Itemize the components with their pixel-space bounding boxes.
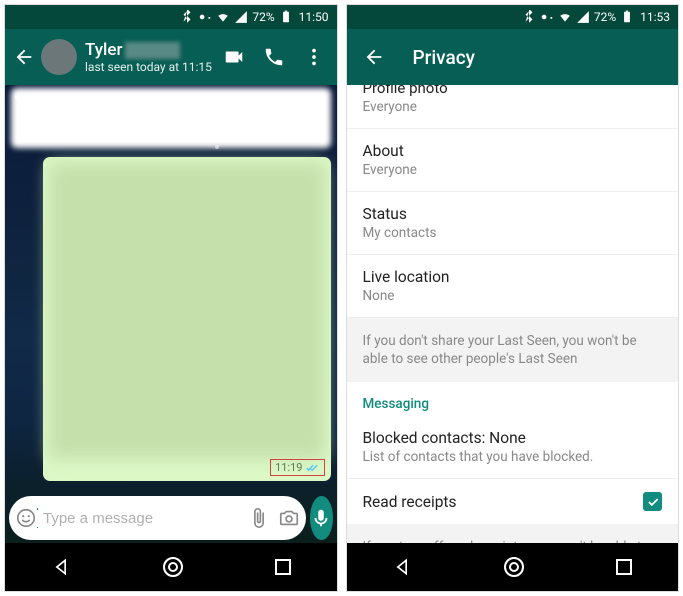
redacted-surname (125, 42, 180, 59)
android-nav-right (347, 543, 679, 591)
privacy-app-bar: Privacy (347, 29, 679, 85)
signal-icon (234, 10, 248, 24)
message-timestamp-highlighted: 11:19 (270, 459, 324, 476)
nav-home-icon[interactable] (504, 557, 524, 577)
read-receipts-checkbox[interactable] (643, 492, 662, 511)
row-live-location[interactable]: Live location None (347, 255, 679, 318)
nav-back-icon[interactable] (51, 557, 71, 577)
read-checkmarks-icon (306, 463, 320, 473)
row-label: Status (363, 205, 663, 223)
status-bar-right: 72% 11:53 (347, 5, 679, 29)
battery-text: 72% (252, 10, 274, 24)
key-icon (540, 10, 554, 24)
chat-background: 11:19 (5, 85, 337, 543)
row-label: Read receipts (363, 493, 644, 511)
nav-recent-icon[interactable] (275, 559, 291, 575)
wifi-icon (558, 10, 572, 24)
battery-icon (620, 10, 634, 24)
battery-text: 72% (594, 10, 616, 24)
wifi-icon (216, 10, 230, 24)
read-receipts-info: If you turn off read receipts, you won't… (347, 524, 679, 543)
contact-name: Tyler (85, 40, 123, 60)
phone-chat: 72% 11:50 Tyler last seen today at 11:15… (5, 5, 337, 591)
voice-call-icon[interactable] (263, 46, 285, 68)
chat-title-group[interactable]: Tyler last seen today at 11:15 (85, 40, 223, 75)
row-about[interactable]: About Everyone (347, 129, 679, 192)
section-messaging: Messaging (347, 382, 679, 416)
contact-avatar[interactable] (41, 39, 77, 75)
voice-record-button[interactable] (310, 496, 333, 540)
privacy-settings-list: Profile photo Everyone About Everyone St… (347, 85, 679, 543)
emoji-icon[interactable] (15, 507, 37, 529)
row-label: About (363, 142, 663, 160)
camera-icon[interactable] (278, 507, 300, 529)
back-arrow-icon[interactable] (363, 46, 385, 68)
message-input[interactable] (37, 510, 248, 527)
last-seen-info: If you don't share your Last Seen, you w… (347, 318, 679, 382)
row-label: Blocked contacts: None (363, 429, 663, 447)
bluetooth-icon (522, 10, 536, 24)
msg-time: 11:19 (275, 461, 302, 474)
message-input-bar (9, 495, 333, 541)
bluetooth-icon (180, 10, 194, 24)
attach-icon[interactable] (248, 507, 270, 529)
menu-icon[interactable] (303, 46, 325, 68)
last-seen: last seen today at 11:15 (85, 60, 223, 74)
back-button[interactable] (13, 46, 37, 68)
row-value: None (363, 288, 663, 304)
clock: 11:53 (640, 10, 670, 24)
row-label: Live location (363, 268, 663, 286)
battery-icon (279, 10, 293, 24)
incoming-message[interactable] (11, 88, 331, 148)
nav-back-icon[interactable] (392, 557, 412, 577)
message-input-pill (9, 496, 306, 540)
phone-privacy: 72% 11:53 Privacy Profile photo Everyone… (347, 5, 679, 591)
row-value: My contacts (363, 225, 663, 241)
nav-home-icon[interactable] (163, 557, 183, 577)
video-call-icon[interactable] (223, 46, 245, 68)
signal-icon (576, 10, 590, 24)
row-label: Profile photo (363, 85, 663, 97)
row-read-receipts[interactable]: Read receipts (347, 479, 679, 524)
row-value: Everyone (363, 162, 663, 178)
row-status[interactable]: Status My contacts (347, 192, 679, 255)
android-nav-left (5, 543, 337, 591)
page-title: Privacy (413, 46, 475, 69)
chat-app-bar: Tyler last seen today at 11:15 (5, 29, 337, 85)
key-icon (198, 10, 212, 24)
checkmark-icon (646, 495, 660, 509)
row-blocked-contacts[interactable]: Blocked contacts: None List of contacts … (347, 416, 679, 479)
outgoing-message[interactable]: 11:19 (43, 157, 331, 481)
row-profile-photo[interactable]: Profile photo Everyone (347, 85, 679, 129)
nav-recent-icon[interactable] (616, 559, 632, 575)
row-value: List of contacts that you have blocked. (363, 449, 663, 465)
status-bar-left: 72% 11:50 (5, 5, 337, 29)
clock: 11:50 (299, 10, 329, 24)
row-value: Everyone (363, 99, 663, 115)
